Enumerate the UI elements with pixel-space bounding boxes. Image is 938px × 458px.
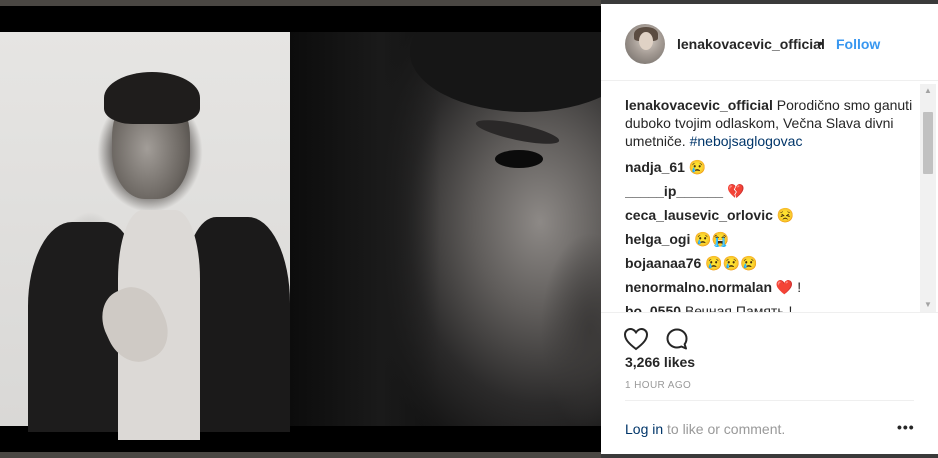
post-side-panel: lenakovacevic_official • Follow lenakova… <box>601 4 938 454</box>
comment-username[interactable]: bojaanaa76 <box>625 255 701 271</box>
separator-dot: • <box>818 35 823 51</box>
scroll-down-icon[interactable]: ▼ <box>920 298 936 312</box>
comment-text: 😢😭 <box>694 231 730 247</box>
hair <box>104 72 200 124</box>
face-shadow <box>540 232 601 426</box>
comments-list[interactable]: lenakovacevic_official Porodično smo gan… <box>625 96 918 312</box>
comment-text: 😣 <box>776 207 795 223</box>
post-header: lenakovacevic_official • Follow <box>601 4 938 81</box>
comment-text: 😢😢😢 <box>705 255 758 271</box>
comment-username[interactable]: ceca_lausevic_orlovic <box>625 207 773 223</box>
comment-item: bo_0550 Вечная Память ! <box>625 302 918 312</box>
comment-item: _____ip______ 💔 <box>625 182 918 206</box>
comment-username[interactable]: helga_ogi <box>625 231 690 247</box>
caption: lenakovacevic_official Porodično smo gan… <box>625 96 918 150</box>
follow-button[interactable]: Follow <box>836 36 880 52</box>
login-prompt-text: to like or comment. <box>667 421 786 437</box>
heart-icon[interactable] <box>623 327 649 351</box>
caption-username[interactable]: lenakovacevic_official <box>625 97 773 113</box>
comment-username[interactable]: nadja_61 <box>625 159 685 175</box>
comment-username[interactable]: bo_0550 <box>625 303 681 312</box>
avatar-face <box>639 32 653 50</box>
background-strip-bottom <box>0 452 601 458</box>
comment-username[interactable]: _____ip______ <box>625 183 723 199</box>
avatar[interactable] <box>625 24 665 64</box>
eye <box>495 150 543 168</box>
photo-left-portrait <box>0 32 290 440</box>
username-link[interactable]: lenakovacevic_official <box>677 36 825 52</box>
shadow-left <box>290 32 440 426</box>
comment-text: ❤️ ! <box>775 279 802 295</box>
comment-item: nadja_61 😢 <box>625 158 918 182</box>
background-strip-top <box>0 0 601 6</box>
comments-scrollbar[interactable]: ▲ ▼ <box>920 84 936 312</box>
eyebrow <box>474 115 561 149</box>
comment-text: 💔 <box>726 183 745 199</box>
comment-text: 😢 <box>688 159 707 175</box>
photo-right-closeup <box>290 32 601 426</box>
scrollbar-thumb[interactable] <box>923 112 933 174</box>
comment-item: nenormalno.normalan ❤️ ! <box>625 278 918 302</box>
jacket-right <box>185 217 290 432</box>
comment-bubble-icon[interactable] <box>665 327 689 351</box>
comment-item: ceca_lausevic_orlovic 😣 <box>625 206 918 230</box>
comment-text: Вечная Память ! <box>684 303 793 312</box>
login-link[interactable]: Log in <box>625 421 663 437</box>
comment-item: bojaanaa76 😢😢😢 <box>625 254 918 278</box>
post-footer: Log in to like or comment. ••• <box>625 400 914 455</box>
scroll-up-icon[interactable]: ▲ <box>920 84 936 98</box>
hashtag-link[interactable]: #nebojsaglogovac <box>690 133 803 149</box>
post-timestamp[interactable]: 1 HOUR AGO <box>625 380 691 391</box>
post-image[interactable] <box>0 0 601 458</box>
comment-item: helga_ogi 😢😭 <box>625 230 918 254</box>
comment-username[interactable]: nenormalno.normalan <box>625 279 772 295</box>
likes-count[interactable]: 3,266 likes <box>625 354 695 370</box>
more-options-icon[interactable]: ••• <box>897 419 914 439</box>
post-actions <box>601 312 938 353</box>
